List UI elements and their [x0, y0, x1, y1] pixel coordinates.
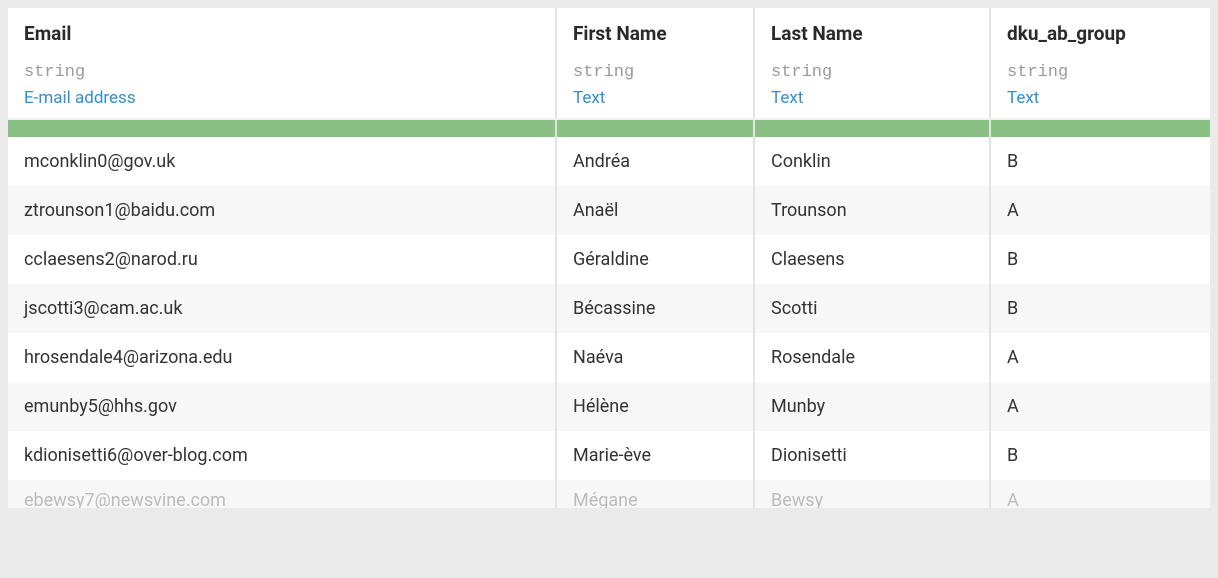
- table-cell[interactable]: A: [990, 186, 1210, 235]
- column-type: string: [1007, 63, 1194, 82]
- column-header-first-name[interactable]: First Name string Text: [556, 8, 754, 119]
- table-cell[interactable]: cclaesens2@narod.ru: [8, 235, 556, 284]
- column-name: Last Name: [771, 22, 973, 45]
- table-cell[interactable]: Hélène: [556, 382, 754, 431]
- column-status-bar: [556, 119, 754, 137]
- column-meaning[interactable]: Text: [1007, 88, 1194, 108]
- table-cell[interactable]: emunby5@hhs.gov: [8, 382, 556, 431]
- table-cell[interactable]: mconklin0@gov.uk: [8, 137, 556, 186]
- table-cell[interactable]: Bewsy: [754, 480, 990, 508]
- table-cell[interactable]: Naéva: [556, 333, 754, 382]
- table-cell[interactable]: Conklin: [754, 137, 990, 186]
- table-cell[interactable]: Andréa: [556, 137, 754, 186]
- column-type: string: [573, 63, 737, 82]
- table-cell[interactable]: B: [990, 137, 1210, 186]
- table-cell[interactable]: Marie-ève: [556, 431, 754, 480]
- table-cell[interactable]: Trounson: [754, 186, 990, 235]
- column-status-bar: [8, 119, 556, 137]
- table-cell[interactable]: Rosendale: [754, 333, 990, 382]
- table-row[interactable]: ztrounson1@baidu.comAnaëlTrounsonA: [8, 186, 1210, 235]
- table-cell[interactable]: Bécassine: [556, 284, 754, 333]
- column-meaning[interactable]: Text: [573, 88, 737, 108]
- table-cell[interactable]: A: [990, 382, 1210, 431]
- column-meaning[interactable]: Text: [771, 88, 973, 108]
- table-cell[interactable]: Anaël: [556, 186, 754, 235]
- column-status-bar: [990, 119, 1210, 137]
- table-row[interactable]: cclaesens2@narod.ruGéraldineClaesensB: [8, 235, 1210, 284]
- table-cell[interactable]: Munby: [754, 382, 990, 431]
- column-meaning[interactable]: E-mail address: [24, 88, 539, 108]
- column-header-last-name[interactable]: Last Name string Text: [754, 8, 990, 119]
- table-row[interactable]: mconklin0@gov.ukAndréaConklinB: [8, 137, 1210, 186]
- column-name: Email: [24, 22, 539, 45]
- table-cell[interactable]: ebewsy7@newsvine.com: [8, 480, 556, 508]
- column-name: dku_ab_group: [1007, 22, 1194, 45]
- table-cell[interactable]: Dionisetti: [754, 431, 990, 480]
- column-status-bar: [754, 119, 990, 137]
- table-row[interactable]: hrosendale4@arizona.eduNaévaRosendaleA: [8, 333, 1210, 382]
- table-row[interactable]: kdionisetti6@over-blog.comMarie-èveDioni…: [8, 431, 1210, 480]
- table-cell[interactable]: Claesens: [754, 235, 990, 284]
- column-header-email[interactable]: Email string E-mail address: [8, 8, 556, 119]
- table-row[interactable]: jscotti3@cam.ac.ukBécassineScottiB: [8, 284, 1210, 333]
- column-type: string: [771, 63, 973, 82]
- table-cell[interactable]: kdionisetti6@over-blog.com: [8, 431, 556, 480]
- table-row-partial[interactable]: ebewsy7@newsvine.comMéganeBewsyA: [8, 480, 1210, 508]
- table-cell[interactable]: jscotti3@cam.ac.uk: [8, 284, 556, 333]
- table-cell[interactable]: A: [990, 480, 1210, 508]
- table-cell[interactable]: Mégane: [556, 480, 754, 508]
- status-bar-row: [8, 119, 1210, 137]
- table-cell[interactable]: hrosendale4@arizona.edu: [8, 333, 556, 382]
- table-cell[interactable]: B: [990, 284, 1210, 333]
- column-type: string: [24, 63, 539, 82]
- table-header-row: Email string E-mail address First Name s…: [8, 8, 1210, 119]
- table-cell[interactable]: Scotti: [754, 284, 990, 333]
- column-header-dku-ab-group[interactable]: dku_ab_group string Text: [990, 8, 1210, 119]
- table-cell[interactable]: ztrounson1@baidu.com: [8, 186, 556, 235]
- table-row[interactable]: emunby5@hhs.govHélèneMunbyA: [8, 382, 1210, 431]
- data-table: Email string E-mail address First Name s…: [8, 8, 1210, 508]
- table-cell[interactable]: B: [990, 431, 1210, 480]
- table-cell[interactable]: Géraldine: [556, 235, 754, 284]
- table-cell[interactable]: B: [990, 235, 1210, 284]
- table-cell[interactable]: A: [990, 333, 1210, 382]
- column-name: First Name: [573, 22, 737, 45]
